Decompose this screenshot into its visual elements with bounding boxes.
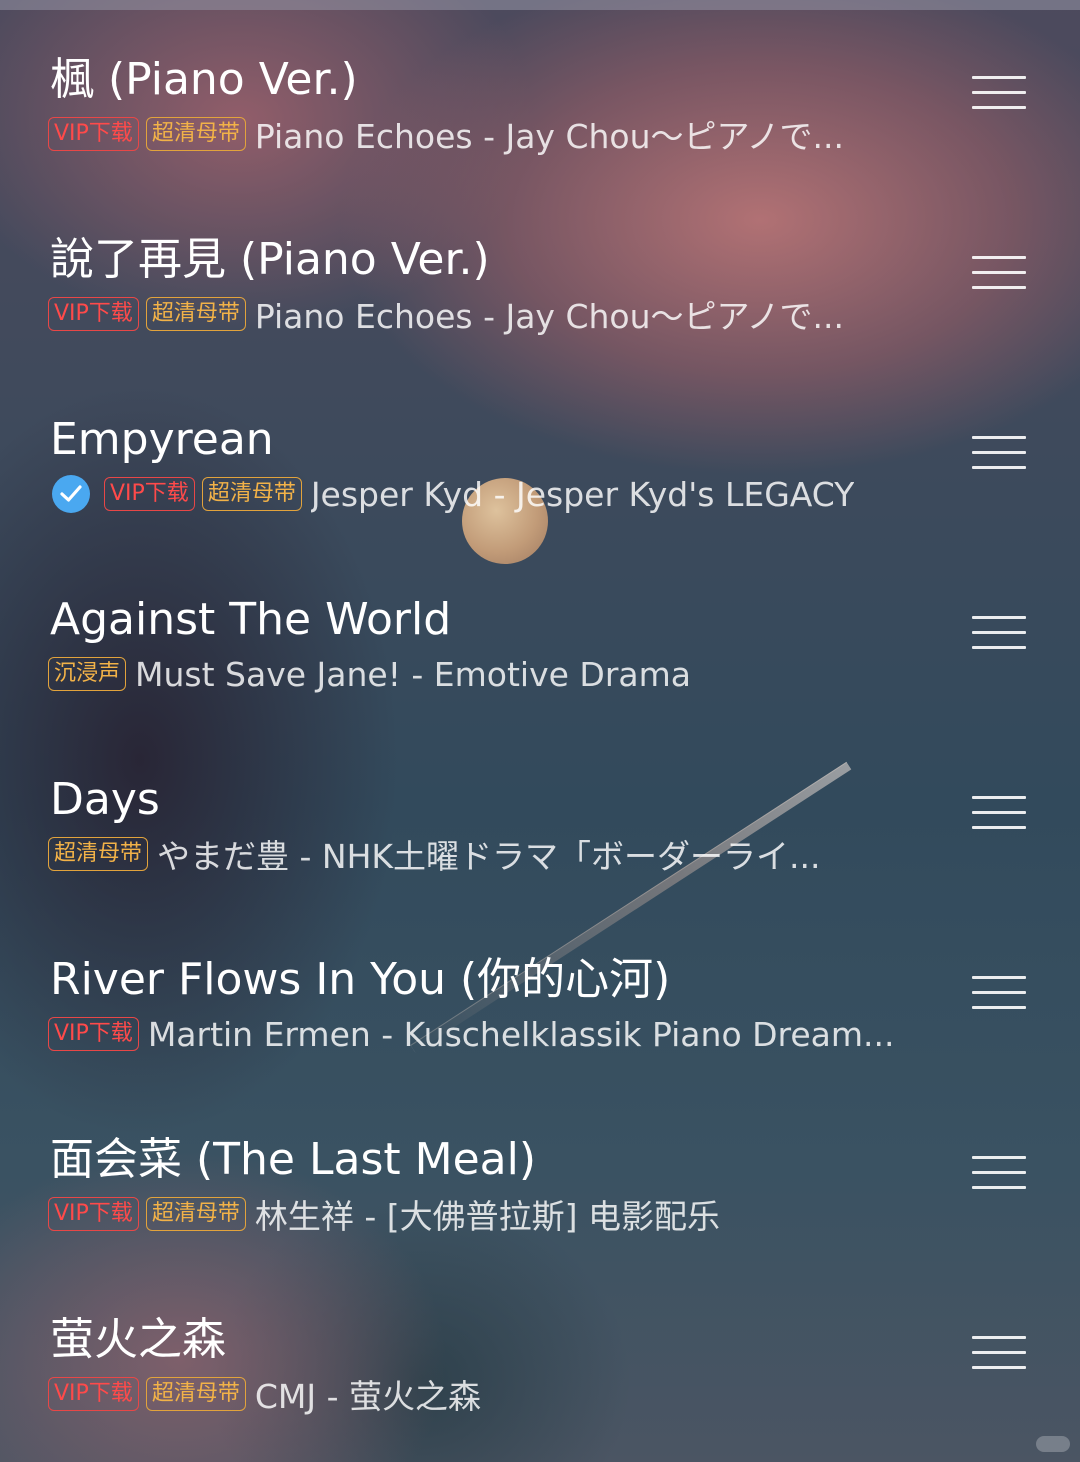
artist-album: Martin Ermen - Kuschelklassik Piano Drea… — [147, 1014, 895, 1054]
check-circle-icon — [52, 475, 90, 513]
artist-album: やまだ豊 - NHK土曜ドラマ「ボーダーライ... — [157, 837, 821, 876]
song-meta: VIP下载 超清母带 Piano Echoes - Jay Chou～ピアノで.… — [48, 292, 844, 336]
song-title: River Flows In You (你的心河) — [50, 954, 671, 1005]
master-quality-tag: 超清母带 — [48, 837, 149, 871]
menu-icon[interactable] — [972, 436, 1026, 470]
song-item[interactable]: Days 超清母带 やまだ豊 - NHK土曜ドラマ「ボーダーライ... — [0, 720, 1080, 900]
song-item[interactable]: 萤火之森 VIP下载 超清母带 CMJ - 萤火之森 — [0, 1260, 1080, 1440]
song-title: Days — [50, 774, 160, 825]
artist-album: 林生祥 - [大佛普拉斯] 电影配乐 — [254, 1197, 720, 1236]
song-title: Empyrean — [50, 414, 274, 465]
song-meta: VIP下载 超清母带 CMJ - 萤火之森 — [48, 1372, 481, 1416]
song-item[interactable]: 面会菜 (The Last Meal) VIP下载 超清母带 林生祥 - [大佛… — [0, 1080, 1080, 1260]
song-item[interactable]: Empyrean VIP下载 超清母带 Jesper Kyd - Jesper … — [0, 360, 1080, 540]
artist-album: Must Save Jane! - Emotive Drama — [135, 654, 691, 694]
artist-album: Jesper Kyd - Jesper Kyd's LEGACY — [310, 474, 855, 514]
vip-download-tag: VIP下载 — [48, 117, 139, 151]
menu-icon[interactable] — [972, 76, 1026, 110]
menu-icon[interactable] — [972, 796, 1026, 830]
song-meta: VIP下载 超清母带 Piano Echoes - Jay Chou～ピアノで.… — [48, 112, 844, 156]
song-meta: 沉浸声 Must Save Jane! - Emotive Drama — [48, 652, 691, 696]
master-quality-tag: 超清母带 — [201, 477, 302, 511]
song-item[interactable]: River Flows In You (你的心河) VIP下载 Martin E… — [0, 900, 1080, 1080]
menu-icon[interactable] — [972, 256, 1026, 290]
master-quality-tag: 超清母带 — [145, 1197, 246, 1231]
menu-icon[interactable] — [972, 1156, 1026, 1190]
vip-download-tag: VIP下载 — [104, 477, 195, 511]
song-title: 說了再見 (Piano Ver.) — [50, 234, 490, 285]
artist-album: Piano Echoes - Jay Chou～ピアノで... — [254, 297, 845, 336]
vip-download-tag: VIP下载 — [48, 1197, 139, 1231]
immersive-sound-tag: 沉浸声 — [48, 657, 127, 691]
song-item[interactable]: 楓 (Piano Ver.) VIP下载 超清母带 Piano Echoes -… — [0, 0, 1080, 180]
master-quality-tag: 超清母带 — [145, 1377, 246, 1411]
master-quality-tag: 超清母带 — [145, 117, 246, 151]
song-title: 萤火之森 — [50, 1314, 226, 1365]
menu-icon[interactable] — [972, 1336, 1026, 1370]
watermark-badge — [1036, 1436, 1070, 1452]
song-title: 楓 (Piano Ver.) — [50, 54, 358, 105]
song-title: 面会菜 (The Last Meal) — [50, 1134, 536, 1185]
master-quality-tag: 超清母带 — [145, 297, 246, 331]
menu-icon[interactable] — [972, 976, 1026, 1010]
song-item[interactable]: 說了再見 (Piano Ver.) VIP下载 超清母带 Piano Echoe… — [0, 180, 1080, 360]
song-meta: VIP下载 超清母带 Jesper Kyd - Jesper Kyd's LEG… — [48, 472, 854, 516]
artist-album: CMJ - 萤火之森 — [254, 1377, 481, 1416]
song-title: Against The World — [50, 594, 452, 645]
song-list: 楓 (Piano Ver.) VIP下载 超清母带 Piano Echoes -… — [0, 0, 1080, 1462]
artist-album: Piano Echoes - Jay Chou～ピアノで... — [254, 117, 845, 156]
vip-download-tag: VIP下载 — [48, 1017, 139, 1051]
vip-download-tag: VIP下载 — [48, 297, 139, 331]
song-meta: 超清母带 やまだ豊 - NHK土曜ドラマ「ボーダーライ... — [48, 832, 821, 876]
vip-download-tag: VIP下载 — [48, 1377, 139, 1411]
song-meta: VIP下载 超清母带 林生祥 - [大佛普拉斯] 电影配乐 — [48, 1192, 720, 1236]
menu-icon[interactable] — [972, 616, 1026, 650]
song-meta: VIP下载 Martin Ermen - Kuschelklassik Pian… — [48, 1012, 895, 1056]
song-item[interactable]: Against The World 沉浸声 Must Save Jane! - … — [0, 540, 1080, 720]
